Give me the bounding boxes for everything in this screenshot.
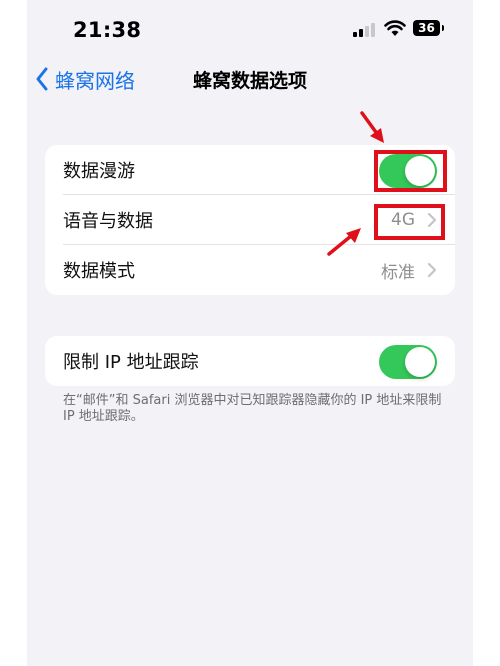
limit-ip-tracking-toggle[interactable] (379, 345, 437, 379)
status-bar: 21:38 36 (27, 0, 473, 56)
ip-tracking-group: 限制 IP 地址跟踪 (45, 336, 455, 386)
navigation-bar: 蜂窝网络 蜂窝数据选项 (27, 56, 473, 106)
battery-icon: 36 (413, 20, 440, 36)
data-mode-row[interactable]: 数据模式 标准 (45, 245, 455, 295)
wifi-icon (384, 20, 406, 36)
voice-and-data-label: 语音与数据 (63, 211, 153, 232)
status-time: 21:38 (73, 18, 142, 42)
ip-tracking-footnote: 在“邮件”和 Safari 浏览器中对已知跟踪器隐藏你的 IP 地址来限制 IP… (63, 393, 442, 424)
data-roaming-label: 数据漫游 (63, 161, 135, 182)
annotation-arrow-icon (360, 111, 384, 143)
page-title: 蜂窝数据选项 (192, 70, 307, 92)
battery-tip (442, 25, 444, 31)
limit-ip-tracking-row[interactable]: 限制 IP 地址跟踪 (45, 336, 455, 386)
limit-ip-tracking-label: 限制 IP 地址跟踪 (63, 352, 199, 373)
annotation-arrow-icon (327, 228, 361, 256)
toggle-knob (405, 347, 435, 377)
data-mode-value: 标准 (381, 262, 415, 283)
cellular-signal-icon (353, 22, 375, 37)
roaming-highlight-box (374, 150, 447, 192)
chevron-right-icon (427, 262, 437, 278)
voice-data-highlight-box (374, 204, 445, 240)
settings-screen: 21:38 36 蜂窝网络 蜂窝数据选项 数据漫游 语音与数据 4G 数据模式 … (27, 0, 473, 666)
data-mode-label: 数据模式 (63, 261, 135, 282)
